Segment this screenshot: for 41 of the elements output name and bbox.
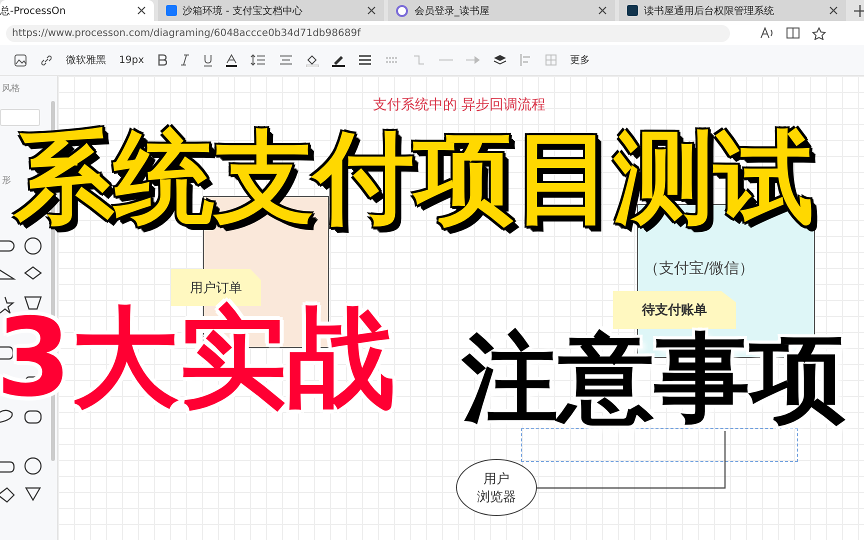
close-icon[interactable]: [828, 6, 838, 15]
site-icon: [396, 4, 408, 16]
node-label: 用户: [484, 470, 510, 488]
close-icon[interactable]: [136, 6, 146, 15]
browser-tab[interactable]: 会员登录_读书屋: [388, 0, 616, 21]
line-weight-icon[interactable]: [358, 54, 372, 66]
underline-icon[interactable]: [203, 54, 213, 66]
close-icon[interactable]: [598, 6, 608, 15]
line-spacing-icon[interactable]: [250, 54, 266, 66]
more-menu[interactable]: 更多: [570, 53, 590, 67]
close-icon[interactable]: [367, 6, 376, 15]
platform-label: （支付宝/微信）: [644, 259, 754, 278]
image-icon[interactable]: [14, 54, 27, 66]
fill-bucket-icon[interactable]: [306, 54, 319, 66]
bold-icon[interactable]: [157, 54, 167, 66]
text-color-icon[interactable]: [226, 54, 237, 66]
read-aloud-icon[interactable]: [760, 26, 774, 38]
layers-icon[interactable]: [493, 54, 507, 66]
split-view-icon[interactable]: [786, 26, 800, 38]
site-icon: [627, 5, 638, 16]
favorite-icon[interactable]: [812, 26, 826, 40]
dash-style-icon[interactable]: [385, 55, 399, 65]
panel-label: 风格: [2, 82, 21, 95]
search-field[interactable]: [0, 109, 40, 126]
diagram-title: 支付系统中的 异步回调流程: [373, 96, 546, 114]
browser-tab[interactable]: 总-ProcessOn: [0, 0, 154, 21]
address-field[interactable]: https://www.processon.com/diagraming/6048accce0b34d71db98689f: [6, 24, 730, 42]
new-tab-icon[interactable]: [854, 5, 864, 17]
link-icon[interactable]: [40, 54, 53, 66]
sticky-note: 待支付账单: [613, 291, 736, 329]
browser-tab[interactable]: 读书屋通用后台权限管理系统: [619, 0, 846, 21]
site-icon: [166, 5, 177, 16]
font-size-field[interactable]: 19px: [119, 54, 144, 66]
font-dropdown[interactable]: 微软雅黑: [66, 53, 106, 67]
node-label: 浏览器: [477, 488, 516, 506]
headline-text: 注意事项: [462, 330, 846, 426]
panel-label: 形: [2, 175, 12, 187]
italic-icon[interactable]: [180, 54, 190, 66]
pen-icon[interactable]: [332, 54, 345, 66]
browser-tab[interactable]: 沙箱环境 - 支付宝文档中心: [158, 0, 384, 21]
align-icon[interactable]: [279, 54, 293, 66]
